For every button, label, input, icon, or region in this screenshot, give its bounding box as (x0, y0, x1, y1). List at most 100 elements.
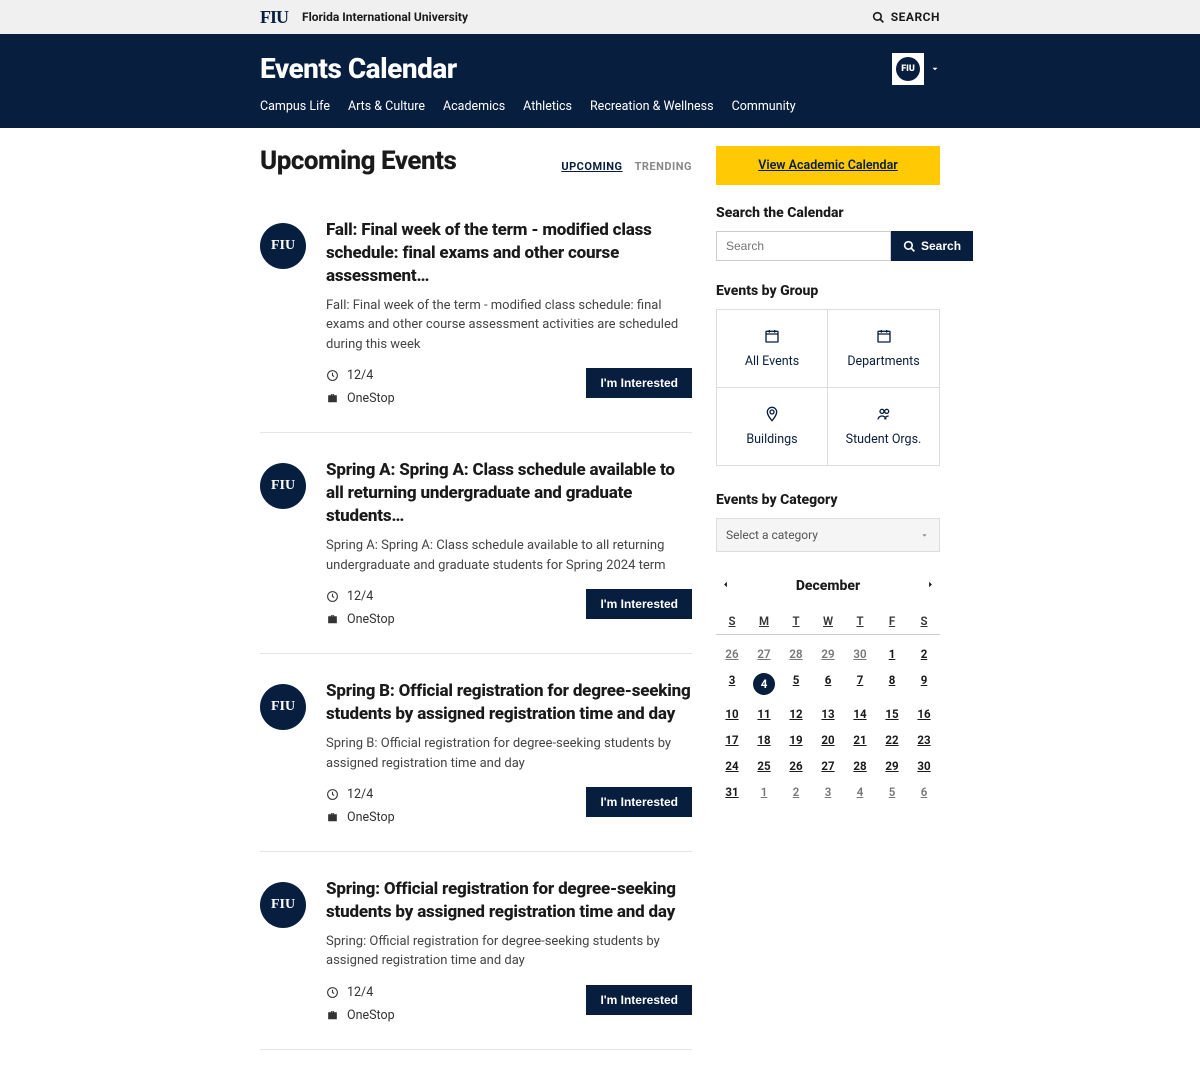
group-icon (836, 328, 931, 348)
calendar-day[interactable]: 27 (812, 753, 844, 779)
calendar-day[interactable]: 20 (812, 727, 844, 753)
calendar-dow: W (812, 608, 844, 635)
calendar-day[interactable]: 30 (908, 753, 940, 779)
calendar-day[interactable]: 12 (780, 701, 812, 727)
calendar-day[interactable]: 17 (716, 727, 748, 753)
calendar-day[interactable]: 6 (908, 779, 940, 805)
events-by-category-heading: Events by Category (716, 492, 940, 508)
calendar-day[interactable]: 26 (716, 641, 748, 667)
calendar-search-input[interactable] (716, 231, 891, 261)
interested-button[interactable]: I'm Interested (586, 368, 692, 398)
calendar-prev-button[interactable] (720, 578, 731, 594)
university-name: Florida International University (302, 10, 468, 24)
group-buildings[interactable]: Buildings (717, 388, 828, 465)
tab-trending[interactable]: TRENDING (635, 160, 692, 173)
briefcase-icon (326, 1009, 339, 1022)
interested-button[interactable]: I'm Interested (586, 787, 692, 817)
event-title[interactable]: Spring A: Spring A: Class schedule avail… (326, 459, 692, 528)
event-title[interactable]: Spring: Official registration for degree… (326, 878, 692, 924)
calendar-day[interactable]: 8 (876, 667, 908, 701)
chevron-down-icon (920, 529, 929, 543)
group-label: Buildings (746, 432, 797, 447)
nav-item-athletics[interactable]: Athletics (523, 99, 572, 114)
calendar-grid: SMTWTFS262728293012345678910111213141516… (716, 608, 940, 805)
user-menu[interactable]: FIU (892, 53, 940, 85)
calendar-day[interactable]: 15 (876, 701, 908, 727)
clock-icon (326, 369, 339, 382)
calendar-day[interactable]: 16 (908, 701, 940, 727)
briefcase-icon (326, 613, 339, 626)
fiu-logo[interactable]: FIU (260, 7, 288, 28)
calendar-day[interactable]: 5 (780, 667, 812, 701)
event-card: FIU Fall: Final week of the term - modif… (260, 193, 692, 433)
calendar-next-button[interactable] (925, 578, 936, 594)
category-select[interactable]: Select a category (716, 518, 940, 552)
calendar-day[interactable]: 31 (716, 779, 748, 805)
event-title[interactable]: Fall: Final week of the term - modified … (326, 219, 692, 288)
calendar-search-button[interactable]: Search (891, 231, 973, 261)
event-description: Fall: Final week of the term - modified … (326, 296, 692, 355)
calendar-day[interactable]: 2 (908, 641, 940, 667)
calendar-day[interactable]: 1 (876, 641, 908, 667)
group-student-orgs-[interactable]: Student Orgs. (828, 388, 939, 465)
calendar-day[interactable]: 4 (844, 779, 876, 805)
clock-icon (326, 986, 339, 999)
interested-button[interactable]: I'm Interested (586, 985, 692, 1015)
event-org: OneStop (326, 1008, 395, 1023)
event-logo: FIU (260, 684, 306, 730)
calendar-day[interactable]: 21 (844, 727, 876, 753)
calendar-day[interactable]: 9 (908, 667, 940, 701)
tab-upcoming[interactable]: UPCOMING (561, 160, 622, 173)
briefcase-icon (326, 811, 339, 824)
calendar-day[interactable]: 13 (812, 701, 844, 727)
group-grid: All EventsDepartments Buildings Student Or… (716, 309, 940, 466)
event-card: FIU Spring: Official registration for de… (260, 852, 692, 1050)
calendar-day[interactable]: 10 (716, 701, 748, 727)
event-logo: FIU (260, 223, 306, 269)
global-search-button[interactable]: SEARCH (872, 10, 940, 24)
group-departments[interactable]: Departments (828, 310, 939, 388)
calendar-dow: S (908, 608, 940, 635)
calendar-day[interactable]: 19 (780, 727, 812, 753)
calendar-day[interactable]: 5 (876, 779, 908, 805)
interested-button[interactable]: I'm Interested (586, 589, 692, 619)
site-title[interactable]: Events Calendar (260, 52, 457, 85)
calendar-day[interactable]: 28 (780, 641, 812, 667)
nav-item-community[interactable]: Community (732, 99, 796, 114)
calendar-day[interactable]: 23 (908, 727, 940, 753)
calendar-day[interactable]: 29 (812, 641, 844, 667)
calendar-day[interactable]: 28 (844, 753, 876, 779)
calendar-day[interactable]: 26 (780, 753, 812, 779)
search-calendar-heading: Search the Calendar (716, 205, 940, 221)
calendar-day[interactable]: 25 (748, 753, 780, 779)
calendar-day[interactable]: 24 (716, 753, 748, 779)
calendar-day[interactable]: 18 (748, 727, 780, 753)
calendar-day[interactable]: 14 (844, 701, 876, 727)
calendar-day[interactable]: 3 (716, 667, 748, 701)
calendar-day[interactable]: 3 (812, 779, 844, 805)
calendar-day[interactable]: 29 (876, 753, 908, 779)
event-title[interactable]: Spring B: Official registration for degr… (326, 680, 692, 726)
group-all-events[interactable]: All Events (717, 310, 828, 388)
avatar-text: FIU (896, 57, 920, 81)
calendar-day[interactable]: 1 (748, 779, 780, 805)
nav-item-recreation-wellness[interactable]: Recreation & Wellness (590, 99, 714, 114)
calendar-day[interactable]: 7 (844, 667, 876, 701)
nav-item-arts-culture[interactable]: Arts & Culture (348, 99, 425, 114)
calendar-dow: T (844, 608, 876, 635)
group-icon (725, 328, 819, 348)
calendar-day[interactable]: 22 (876, 727, 908, 753)
view-academic-calendar-button[interactable]: View Academic Calendar (716, 146, 940, 185)
search-icon (903, 240, 916, 253)
calendar-day[interactable]: 30 (844, 641, 876, 667)
event-logo: FIU (260, 463, 306, 509)
calendar-day[interactable]: 4 (748, 667, 780, 701)
calendar-day[interactable]: 11 (748, 701, 780, 727)
calendar-day[interactable]: 27 (748, 641, 780, 667)
nav-item-academics[interactable]: Academics (443, 99, 505, 114)
avatar: FIU (892, 53, 924, 85)
nav-item-campus-life[interactable]: Campus Life (260, 99, 330, 114)
calendar-day[interactable]: 2 (780, 779, 812, 805)
site-header: Events Calendar FIU Campus Life Arts & Cu… (0, 34, 1200, 128)
calendar-day[interactable]: 6 (812, 667, 844, 701)
